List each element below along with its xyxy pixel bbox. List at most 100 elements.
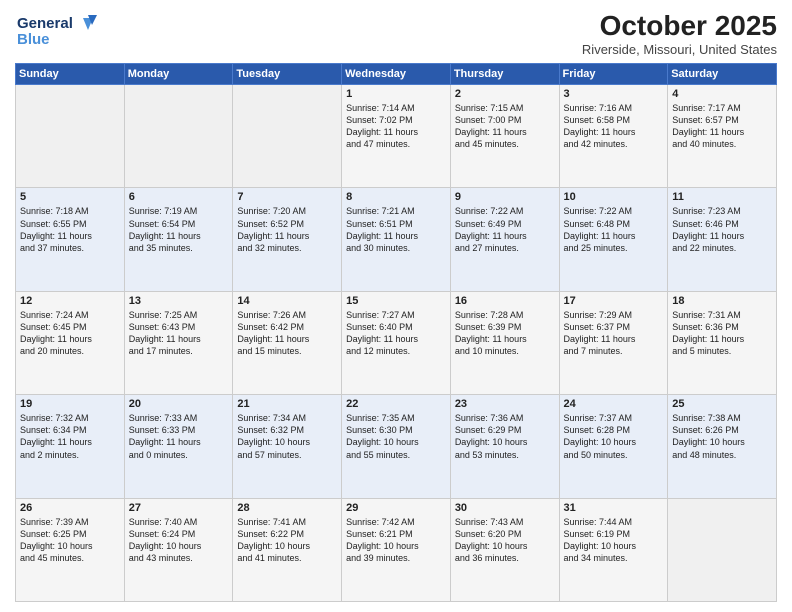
cell-info: Sunrise: 7:20 AM Sunset: 6:52 PM Dayligh… bbox=[237, 205, 337, 254]
calendar-cell: 25Sunrise: 7:38 AM Sunset: 6:26 PM Dayli… bbox=[668, 395, 777, 498]
cell-info: Sunrise: 7:27 AM Sunset: 6:40 PM Dayligh… bbox=[346, 309, 446, 358]
day-number: 27 bbox=[129, 502, 229, 514]
cell-info: Sunrise: 7:25 AM Sunset: 6:43 PM Dayligh… bbox=[129, 309, 229, 358]
calendar-cell: 14 Sunrise: 7:26 AM Sunset: 6:42 PM Dayli… bbox=[233, 291, 342, 394]
header-saturday: Saturday bbox=[668, 64, 777, 85]
header-monday: Monday bbox=[124, 64, 233, 85]
cell-info: Sunrise: 7:23 AM Sunset: 6:46 PM Dayligh… bbox=[672, 205, 772, 254]
calendar-cell: 24Sunrise: 7:37 AM Sunset: 6:28 PM Dayli… bbox=[559, 395, 668, 498]
calendar-cell: 11 Sunrise: 7:23 AM Sunset: 6:46 PM Dayli… bbox=[668, 188, 777, 291]
day-number: 31 bbox=[564, 502, 664, 514]
header: General Blue October 2025 Riverside, Mis… bbox=[15, 10, 777, 57]
day-number: 11 bbox=[672, 191, 772, 203]
calendar-cell: 7Sunrise: 7:20 AM Sunset: 6:52 PM Daylig… bbox=[233, 188, 342, 291]
calendar-cell: 16Sunrise: 7:28 AM Sunset: 6:39 PM Dayli… bbox=[450, 291, 559, 394]
cell-info: Sunrise: 7:36 AM Sunset: 6:29 PM Dayligh… bbox=[455, 412, 555, 461]
cell-info: Sunrise: 7:16 AM Sunset: 6:58 PM Dayligh… bbox=[564, 102, 664, 151]
cell-info: Sunrise: 7:40 AM Sunset: 6:24 PM Dayligh… bbox=[129, 516, 229, 565]
cell-info: Sunrise: 7:14 AM Sunset: 7:02 PM Dayligh… bbox=[346, 102, 446, 151]
cell-info: Sunrise: 7:24 AM Sunset: 6:45 PM Dayligh… bbox=[20, 309, 120, 358]
header-thursday: Thursday bbox=[450, 64, 559, 85]
calendar-cell: 27 Sunrise: 7:40 AM Sunset: 6:24 PM Dayli… bbox=[124, 498, 233, 601]
calendar-cell: 30 Sunrise: 7:43 AM Sunset: 6:20 PM Dayli… bbox=[450, 498, 559, 601]
calendar-cell: 1 Sunrise: 7:14 AM Sunset: 7:02 PM Daylig… bbox=[342, 85, 451, 188]
day-number: 13 bbox=[129, 295, 229, 307]
calendar-week-3: 12 Sunrise: 7:24 AM Sunset: 6:45 PM Dayli… bbox=[16, 291, 777, 394]
day-number: 30 bbox=[455, 502, 555, 514]
calendar-cell bbox=[124, 85, 233, 188]
cell-info: Sunrise: 7:37 AM Sunset: 6:28 PM Dayligh… bbox=[564, 412, 664, 461]
cell-info: Sunrise: 7:35 AM Sunset: 6:30 PM Dayligh… bbox=[346, 412, 446, 461]
cell-info: Sunrise: 7:39 AM Sunset: 6:25 PM Dayligh… bbox=[20, 516, 120, 565]
cell-info: Sunrise: 7:18 AM Sunset: 6:55 PM Dayligh… bbox=[20, 205, 120, 254]
calendar-cell: 22 Sunrise: 7:35 AM Sunset: 6:30 PM Dayli… bbox=[342, 395, 451, 498]
day-number: 6 bbox=[129, 191, 229, 203]
day-number: 23 bbox=[455, 398, 555, 410]
calendar-week-4: 19Sunrise: 7:32 AM Sunset: 6:34 PM Dayli… bbox=[16, 395, 777, 498]
calendar-cell: 13 Sunrise: 7:25 AM Sunset: 6:43 PM Dayli… bbox=[124, 291, 233, 394]
location: Riverside, Missouri, United States bbox=[582, 42, 777, 57]
calendar-week-2: 5 Sunrise: 7:18 AM Sunset: 6:55 PM Daylig… bbox=[16, 188, 777, 291]
calendar-cell: 4 Sunrise: 7:17 AM Sunset: 6:57 PM Daylig… bbox=[668, 85, 777, 188]
day-number: 17 bbox=[564, 295, 664, 307]
calendar-cell: 20Sunrise: 7:33 AM Sunset: 6:33 PM Dayli… bbox=[124, 395, 233, 498]
cell-info: Sunrise: 7:42 AM Sunset: 6:21 PM Dayligh… bbox=[346, 516, 446, 565]
header-wednesday: Wednesday bbox=[342, 64, 451, 85]
weekday-header-row: Sunday Monday Tuesday Wednesday Thursday… bbox=[16, 64, 777, 85]
cell-info: Sunrise: 7:15 AM Sunset: 7:00 PM Dayligh… bbox=[455, 102, 555, 151]
calendar-week-5: 26 Sunrise: 7:39 AM Sunset: 6:25 PM Dayli… bbox=[16, 498, 777, 601]
day-number: 18 bbox=[672, 295, 772, 307]
cell-info: Sunrise: 7:43 AM Sunset: 6:20 PM Dayligh… bbox=[455, 516, 555, 565]
day-number: 10 bbox=[564, 191, 664, 203]
calendar-cell: 6 Sunrise: 7:19 AM Sunset: 6:54 PM Daylig… bbox=[124, 188, 233, 291]
cell-info: Sunrise: 7:19 AM Sunset: 6:54 PM Dayligh… bbox=[129, 205, 229, 254]
calendar-cell: 17Sunrise: 7:29 AM Sunset: 6:37 PM Dayli… bbox=[559, 291, 668, 394]
calendar-cell: 5 Sunrise: 7:18 AM Sunset: 6:55 PM Daylig… bbox=[16, 188, 125, 291]
cell-info: Sunrise: 7:41 AM Sunset: 6:22 PM Dayligh… bbox=[237, 516, 337, 565]
day-number: 5 bbox=[20, 191, 120, 203]
cell-info: Sunrise: 7:44 AM Sunset: 6:19 PM Dayligh… bbox=[564, 516, 664, 565]
calendar-table: Sunday Monday Tuesday Wednesday Thursday… bbox=[15, 63, 777, 602]
day-number: 8 bbox=[346, 191, 446, 203]
day-number: 1 bbox=[346, 88, 446, 100]
calendar-cell bbox=[668, 498, 777, 601]
calendar-cell: 10Sunrise: 7:22 AM Sunset: 6:48 PM Dayli… bbox=[559, 188, 668, 291]
calendar-cell: 18 Sunrise: 7:31 AM Sunset: 6:36 PM Dayli… bbox=[668, 291, 777, 394]
cell-info: Sunrise: 7:34 AM Sunset: 6:32 PM Dayligh… bbox=[237, 412, 337, 461]
day-number: 9 bbox=[455, 191, 555, 203]
calendar-cell: 23 Sunrise: 7:36 AM Sunset: 6:29 PM Dayli… bbox=[450, 395, 559, 498]
day-number: 12 bbox=[20, 295, 120, 307]
calendar-cell: 15 Sunrise: 7:27 AM Sunset: 6:40 PM Dayli… bbox=[342, 291, 451, 394]
header-sunday: Sunday bbox=[16, 64, 125, 85]
month-title: October 2025 bbox=[582, 10, 777, 42]
title-section: October 2025 Riverside, Missouri, United… bbox=[582, 10, 777, 57]
page: General Blue October 2025 Riverside, Mis… bbox=[0, 0, 792, 612]
day-number: 28 bbox=[237, 502, 337, 514]
day-number: 14 bbox=[237, 295, 337, 307]
calendar-cell: 2Sunrise: 7:15 AM Sunset: 7:00 PM Daylig… bbox=[450, 85, 559, 188]
cell-info: Sunrise: 7:26 AM Sunset: 6:42 PM Dayligh… bbox=[237, 309, 337, 358]
day-number: 20 bbox=[129, 398, 229, 410]
cell-info: Sunrise: 7:17 AM Sunset: 6:57 PM Dayligh… bbox=[672, 102, 772, 151]
calendar-cell: 21 Sunrise: 7:34 AM Sunset: 6:32 PM Dayli… bbox=[233, 395, 342, 498]
cell-info: Sunrise: 7:21 AM Sunset: 6:51 PM Dayligh… bbox=[346, 205, 446, 254]
cell-info: Sunrise: 7:38 AM Sunset: 6:26 PM Dayligh… bbox=[672, 412, 772, 461]
calendar-cell bbox=[16, 85, 125, 188]
day-number: 29 bbox=[346, 502, 446, 514]
calendar-cell: 31 Sunrise: 7:44 AM Sunset: 6:19 PM Dayli… bbox=[559, 498, 668, 601]
calendar-cell: 12 Sunrise: 7:24 AM Sunset: 6:45 PM Dayli… bbox=[16, 291, 125, 394]
day-number: 22 bbox=[346, 398, 446, 410]
calendar-cell: 28 Sunrise: 7:41 AM Sunset: 6:22 PM Dayli… bbox=[233, 498, 342, 601]
calendar-cell: 9 Sunrise: 7:22 AM Sunset: 6:49 PM Daylig… bbox=[450, 188, 559, 291]
cell-info: Sunrise: 7:22 AM Sunset: 6:49 PM Dayligh… bbox=[455, 205, 555, 254]
day-number: 15 bbox=[346, 295, 446, 307]
header-tuesday: Tuesday bbox=[233, 64, 342, 85]
calendar-cell: 3Sunrise: 7:16 AM Sunset: 6:58 PM Daylig… bbox=[559, 85, 668, 188]
day-number: 26 bbox=[20, 502, 120, 514]
day-number: 21 bbox=[237, 398, 337, 410]
calendar-cell: 8 Sunrise: 7:21 AM Sunset: 6:51 PM Daylig… bbox=[342, 188, 451, 291]
day-number: 4 bbox=[672, 88, 772, 100]
cell-info: Sunrise: 7:28 AM Sunset: 6:39 PM Dayligh… bbox=[455, 309, 555, 358]
cell-info: Sunrise: 7:31 AM Sunset: 6:36 PM Dayligh… bbox=[672, 309, 772, 358]
cell-info: Sunrise: 7:32 AM Sunset: 6:34 PM Dayligh… bbox=[20, 412, 120, 461]
